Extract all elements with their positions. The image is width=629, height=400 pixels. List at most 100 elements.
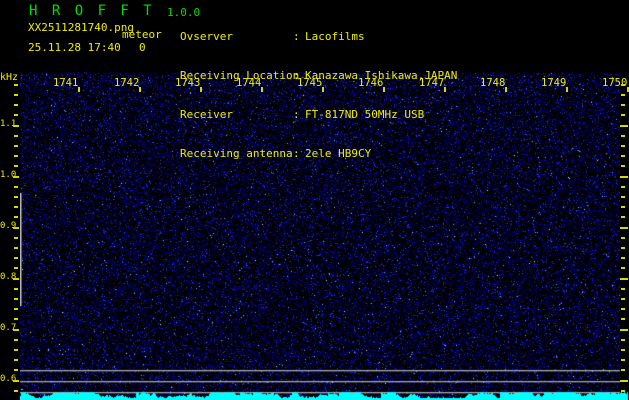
y-tick-minor <box>14 186 18 188</box>
y-tick-label: 0.6 <box>0 374 17 384</box>
y-tick-minor-right <box>621 206 625 208</box>
x-tick-label: 1741 <box>53 77 79 89</box>
y-tick-minor <box>14 196 18 198</box>
y-tick-major <box>13 125 19 127</box>
y-tick-minor <box>14 135 18 137</box>
y-tick-minor-right <box>621 339 625 341</box>
hrofft-screenshot: H R O F F T 1.0.0 XX2511281740.png meteo… <box>0 0 629 400</box>
y-tick-label: 0.7 <box>0 323 17 333</box>
y-tick-minor-right <box>621 186 625 188</box>
y-tick-minor-right <box>621 257 625 259</box>
y-tick-minor <box>14 165 18 167</box>
y-tick-minor-right <box>621 165 625 167</box>
x-tick-label: 1744 <box>236 77 262 89</box>
x-tick <box>566 87 568 92</box>
y-tick-label: 1.1 <box>0 119 17 129</box>
y-tick-minor-right <box>621 298 625 300</box>
x-tick <box>505 87 507 92</box>
x-tick <box>78 87 80 92</box>
x-tick-label: 1750 <box>602 77 628 89</box>
info-label: Ovserver <box>180 30 233 43</box>
station-info: Ovserver: Lacofilms Receiving Location: Ka… <box>180 4 457 186</box>
y-tick-minor-right <box>621 145 625 147</box>
y-tick-minor-right <box>621 216 625 218</box>
y-tick-minor-right <box>621 318 625 320</box>
y-tick-major <box>13 278 19 280</box>
y-tick-minor <box>14 206 18 208</box>
y-tick-minor-right <box>621 308 625 310</box>
y-tick-minor-right <box>621 196 625 198</box>
y-tick-minor <box>14 267 18 269</box>
x-tick <box>444 87 446 92</box>
y-tick-major-right <box>620 176 628 178</box>
y-tick-minor <box>14 84 18 86</box>
y-tick-minor <box>14 359 18 361</box>
y-tick-major <box>13 329 19 331</box>
y-tick-minor <box>14 247 18 249</box>
y-tick-minor <box>14 145 18 147</box>
app-title: H R O F F T <box>29 3 155 19</box>
y-tick-minor-right <box>621 84 625 86</box>
info-row-antenna: Receiving antenna:2ele HB9CY <box>180 147 457 160</box>
y-tick-minor-right <box>621 390 625 392</box>
y-tick-minor-right <box>621 369 625 371</box>
info-separator: : <box>293 147 300 160</box>
y-tick-label: 0.8 <box>0 272 17 282</box>
y-tick-minor <box>14 104 18 106</box>
y-tick-major-right <box>620 125 628 127</box>
y-tick-minor <box>14 349 18 351</box>
output-filename: XX2511281740.png <box>28 21 134 34</box>
y-tick-minor <box>14 155 18 157</box>
y-tick-minor-right <box>621 94 625 96</box>
y-tick-minor <box>14 369 18 371</box>
y-tick-minor-right <box>621 359 625 361</box>
x-tick-label: 1743 <box>175 77 201 89</box>
y-tick-major <box>13 176 19 178</box>
info-row-receiver: Receiver: FT-817ND 50MHz USB <box>180 108 457 121</box>
y-tick-minor-right <box>621 104 625 106</box>
info-value: Lacofilms <box>305 30 365 43</box>
y-tick-minor <box>14 308 18 310</box>
y-tick-minor-right <box>621 247 625 249</box>
y-tick-minor-right <box>621 288 625 290</box>
y-tick-minor-right <box>621 155 625 157</box>
y-tick-minor <box>14 339 18 341</box>
y-tick-minor <box>14 298 18 300</box>
y-tick-major-right <box>620 329 628 331</box>
y-tick-minor <box>14 94 18 96</box>
timestamp: 25.11.28 17:40 <box>28 41 121 54</box>
mode-label: meteor <box>122 28 162 41</box>
y-tick-major-right <box>620 227 628 229</box>
y-tick-minor <box>14 288 18 290</box>
x-tick-label: 1749 <box>541 77 567 89</box>
y-tick-minor-right <box>621 114 625 116</box>
x-tick <box>322 87 324 92</box>
x-tick <box>200 87 202 92</box>
info-value: 2ele HB9CY <box>305 147 372 160</box>
x-tick-label: 1742 <box>114 77 140 89</box>
x-tick <box>383 87 385 92</box>
info-label: Receiving antenna <box>180 147 293 160</box>
x-tick-label: 1745 <box>297 77 323 89</box>
y-tick-label: 1.0 <box>0 170 17 180</box>
y-tick-minor <box>14 237 18 239</box>
y-axis-unit-label: kHz <box>0 72 19 83</box>
y-tick-minor-right <box>621 349 625 351</box>
y-tick-minor <box>14 318 18 320</box>
y-tick-major <box>13 227 19 229</box>
y-tick-major <box>13 380 19 382</box>
x-tick-label: 1747 <box>419 77 445 89</box>
y-tick-minor <box>14 390 18 392</box>
y-tick-minor <box>14 257 18 259</box>
x-tick <box>139 87 141 92</box>
y-tick-minor <box>14 114 18 116</box>
meteor-count: 0 <box>139 41 146 54</box>
y-tick-major-right <box>620 380 628 382</box>
x-tick-label: 1746 <box>358 77 384 89</box>
info-label: Receiver <box>180 108 233 121</box>
y-tick-minor-right <box>621 237 625 239</box>
y-tick-minor-right <box>621 135 625 137</box>
y-tick-major-right <box>620 278 628 280</box>
y-tick-minor <box>14 216 18 218</box>
info-separator: : <box>293 108 300 121</box>
